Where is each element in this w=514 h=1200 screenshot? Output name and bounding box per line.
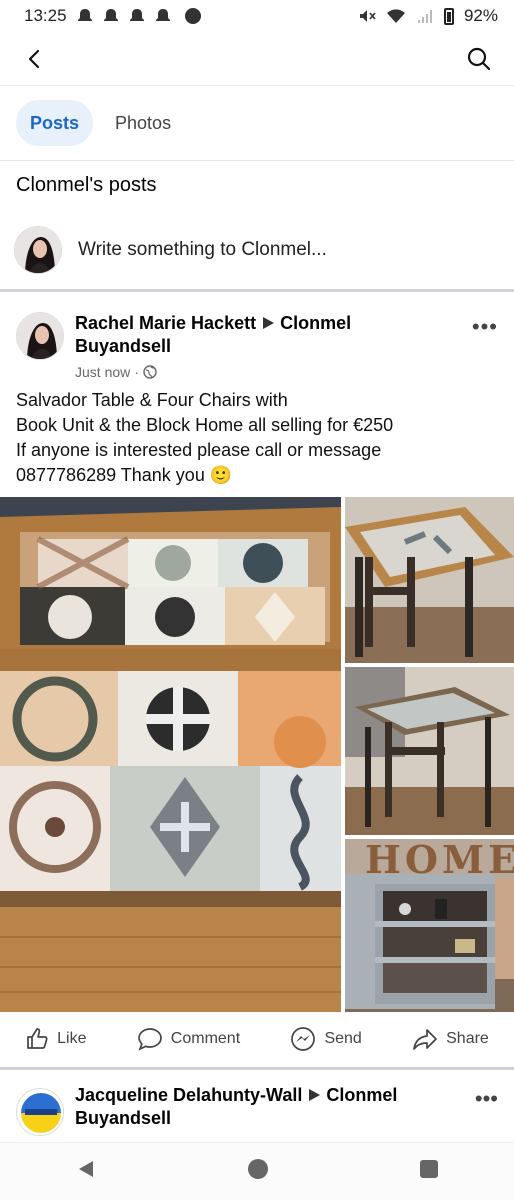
photo-table-top[interactable] bbox=[0, 497, 341, 1012]
back-button[interactable] bbox=[18, 42, 52, 76]
table-top-image bbox=[0, 497, 341, 1012]
notification-icon bbox=[129, 9, 144, 21]
share-label: Share bbox=[446, 1030, 489, 1047]
status-bar: 13:25 92% bbox=[0, 0, 514, 32]
post-text-line: If anyone is interested please call or m… bbox=[16, 440, 382, 460]
comment-icon bbox=[137, 1028, 162, 1051]
post-text-line: Salvador Table & Four Chairs with bbox=[16, 390, 288, 410]
nav-recents-button[interactable] bbox=[419, 1159, 439, 1184]
photo-table-room[interactable] bbox=[345, 667, 514, 835]
square-recents-icon bbox=[420, 1160, 438, 1178]
author-avatar[interactable] bbox=[16, 312, 64, 360]
search-icon bbox=[467, 47, 491, 70]
like-button[interactable]: Like bbox=[25, 1027, 87, 1051]
post-author-line: Jacqueline Delahunty-Wall Clonmel Buyand… bbox=[75, 1084, 445, 1130]
back-arrow-icon bbox=[28, 49, 40, 68]
section-title: Clonmel's posts bbox=[16, 174, 157, 196]
table-room-image bbox=[345, 667, 514, 835]
post-actions: Like Comment Send Share bbox=[0, 1023, 514, 1055]
post-composer[interactable]: Write something to Clonmel... bbox=[14, 222, 500, 278]
photo-home-bookunit[interactable]: HOME bbox=[345, 839, 514, 1012]
author-name[interactable]: Rachel Marie Hackett bbox=[75, 313, 256, 333]
signal-icon bbox=[417, 10, 432, 23]
more-options-button[interactable]: ••• bbox=[472, 314, 498, 340]
thumbs-up-icon bbox=[27, 1028, 48, 1049]
battery-icon bbox=[443, 7, 454, 25]
notification-icon bbox=[155, 9, 170, 21]
avatar bbox=[14, 226, 62, 274]
post-text-line: Book Unit & the Block Home all selling f… bbox=[16, 415, 394, 435]
nav-back-button[interactable] bbox=[75, 1158, 97, 1185]
share-button[interactable]: Share bbox=[412, 1027, 489, 1051]
more-notifications-dot bbox=[184, 8, 201, 24]
ukraine-logo bbox=[17, 1089, 63, 1135]
search-button[interactable] bbox=[462, 42, 496, 76]
profile-photo bbox=[15, 227, 61, 273]
table-chairs-image bbox=[345, 497, 514, 663]
system-nav-bar bbox=[0, 1142, 514, 1200]
battery-level: 92% bbox=[463, 6, 498, 25]
post-meta: Just now · bbox=[75, 364, 157, 380]
comment-button[interactable]: Comment bbox=[137, 1027, 240, 1051]
post-text: Salvador Table & Four Chairs with Book U… bbox=[16, 388, 496, 488]
photo-table-chairs[interactable] bbox=[345, 497, 514, 663]
meta-separator: · bbox=[134, 364, 139, 380]
tab-posts[interactable]: Posts bbox=[16, 100, 94, 146]
author-name[interactable]: Jacqueline Delahunty-Wall bbox=[75, 1085, 302, 1105]
share-icon bbox=[413, 1029, 437, 1050]
notification-icons bbox=[77, 8, 201, 24]
tab-bar: Posts Photos bbox=[16, 100, 185, 146]
like-label: Like bbox=[57, 1030, 87, 1047]
divider bbox=[0, 289, 514, 292]
arrow-right-icon bbox=[309, 1089, 321, 1101]
post-text-line: 0877786289 Thank you 🙂 bbox=[16, 465, 233, 485]
notification-icon bbox=[77, 9, 92, 21]
top-bar bbox=[0, 32, 514, 86]
arrow-right-icon bbox=[263, 317, 275, 329]
photo-grid: HOME bbox=[0, 497, 514, 1012]
post-card-next: Jacqueline Delahunty-Wall Clonmel Buyand… bbox=[0, 1070, 514, 1142]
nav-home-button[interactable] bbox=[247, 1158, 269, 1185]
status-time: 13:25 bbox=[24, 6, 67, 25]
notification-icon bbox=[103, 9, 118, 21]
mute-icon bbox=[359, 10, 376, 22]
composer-prompt: Write something to Clonmel... bbox=[78, 239, 327, 260]
send-label: Send bbox=[324, 1030, 362, 1047]
home-sign: HOME bbox=[365, 839, 514, 882]
circle-home-icon bbox=[248, 1159, 268, 1179]
wifi-icon bbox=[386, 9, 405, 23]
send-button[interactable]: Send bbox=[290, 1026, 362, 1052]
comment-label: Comment bbox=[170, 1030, 241, 1047]
more-options-button[interactable]: ••• bbox=[475, 1086, 498, 1112]
post-author-line: Rachel Marie Hackett Clonmel Buyandsell bbox=[75, 312, 445, 358]
profile-photo bbox=[17, 313, 63, 359]
post-time[interactable]: Just now bbox=[75, 364, 130, 380]
divider bbox=[0, 160, 514, 161]
post-header: Rachel Marie Hackett Clonmel Buyandsell … bbox=[16, 304, 502, 380]
author-avatar[interactable] bbox=[16, 1088, 64, 1136]
messenger-icon bbox=[291, 1027, 316, 1051]
triangle-back-icon bbox=[79, 1161, 93, 1177]
tab-photos[interactable]: Photos bbox=[101, 100, 185, 146]
globe-icon bbox=[143, 365, 157, 379]
